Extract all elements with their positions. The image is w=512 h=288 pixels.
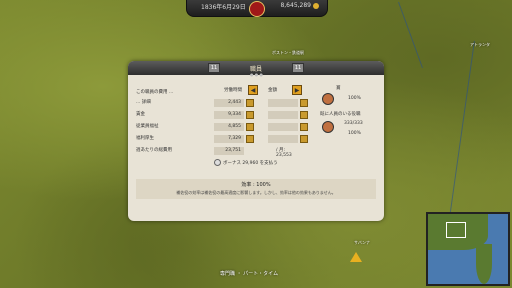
panel-titlebar: 11 職員 11 ● ● ● [128, 61, 384, 77]
efficiency-desc: 補佐役の効率は補佐役の最高適度に影響します。しかし、効率は他の効果もありません。 [176, 190, 336, 195]
bonus-checkbox[interactable] [214, 159, 221, 166]
col-target-header: 金額 [268, 88, 277, 93]
warning-icon[interactable] [350, 252, 362, 262]
total-row: 週あたりの総費用 23,751 / 月: 23,553 [136, 147, 296, 158]
target-field [268, 135, 298, 143]
adjust-button[interactable] [300, 99, 308, 107]
adjust-button[interactable] [246, 123, 254, 131]
positions-count: 333/333 [344, 121, 363, 126]
row-value: 2,443 [214, 99, 244, 107]
map-label: サバンナ [354, 240, 371, 245]
award-percent: 100% [348, 96, 361, 101]
map-label: アトランタ [470, 42, 490, 47]
minimap-viewport[interactable] [446, 222, 466, 238]
col-current-header: 労働時間 [224, 88, 242, 93]
portrait-icon [322, 93, 334, 105]
adjust-button[interactable] [300, 135, 308, 143]
arrow-left-button[interactable]: ◀ [248, 85, 258, 95]
adjust-button[interactable] [246, 111, 254, 119]
date-display: 1836年6月29日 [201, 4, 246, 11]
award-title: 賞 [336, 86, 341, 91]
coin-icon [313, 3, 319, 9]
efficiency-box: 効率 : 100% 補佐役の効率は補佐役の最高適度に影響します。しかし、効率は他… [136, 179, 376, 199]
row-value: 4,855 [214, 123, 244, 131]
row-label: 福利厚生 [136, 136, 154, 141]
arrow-right-button[interactable]: ▶ [292, 85, 302, 95]
clock-icon[interactable] [249, 1, 265, 17]
top-status-bar: 1836年6月29日 8,645,289 [186, 0, 328, 17]
total-extra: / 月: 23,553 [276, 148, 292, 158]
row-label: 従業員福祉 [136, 124, 159, 129]
minimap-land [476, 244, 492, 284]
adjust-button[interactable] [246, 135, 254, 143]
adjust-button[interactable] [246, 99, 254, 107]
money-display: 8,645,289 [280, 2, 311, 9]
row-value: 7,329 [214, 135, 244, 143]
efficiency-title: 効率 : 100% [241, 182, 271, 188]
portrait-icon [322, 121, 334, 133]
page-dots: ● ● ● [250, 72, 264, 77]
adjust-button[interactable] [300, 111, 308, 119]
filled-positions-label: 既に人員のいる役職 [320, 112, 361, 117]
positions-percent: 100% [348, 131, 361, 136]
bonus-text: ボーナス 29,960 を支払う [223, 161, 278, 166]
target-field [268, 99, 298, 107]
table-row: 福利厚生 7,329 [136, 135, 308, 144]
row-label: 賃金 [136, 112, 145, 117]
row-label: ... 詳細 [136, 100, 151, 105]
target-field [268, 111, 298, 119]
adjust-button[interactable] [300, 123, 308, 131]
bottom-label: 専門職 ・ パート・タイム [220, 271, 279, 277]
target-field [268, 123, 298, 131]
row-value: 9,334 [214, 111, 244, 119]
table-row: 賃金 9,334 [136, 111, 308, 120]
staff-panel: 11 職員 11 ● ● ● この職員の費用 ... 労働時間 ◀ 金額 ▶ .… [128, 61, 384, 221]
total-label: 週あたりの総費用 [136, 148, 172, 153]
minimap[interactable] [426, 212, 510, 286]
header-label: この職員の費用 ... [136, 90, 174, 95]
table-row: 従業員福祉 4,855 [136, 123, 308, 132]
table-row: ... 詳細 2,443 [136, 99, 308, 108]
next-button[interactable]: 11 [292, 63, 304, 73]
map-label: ボストン・鉄道駅 [272, 50, 304, 55]
total-value: 23,751 [214, 147, 244, 155]
